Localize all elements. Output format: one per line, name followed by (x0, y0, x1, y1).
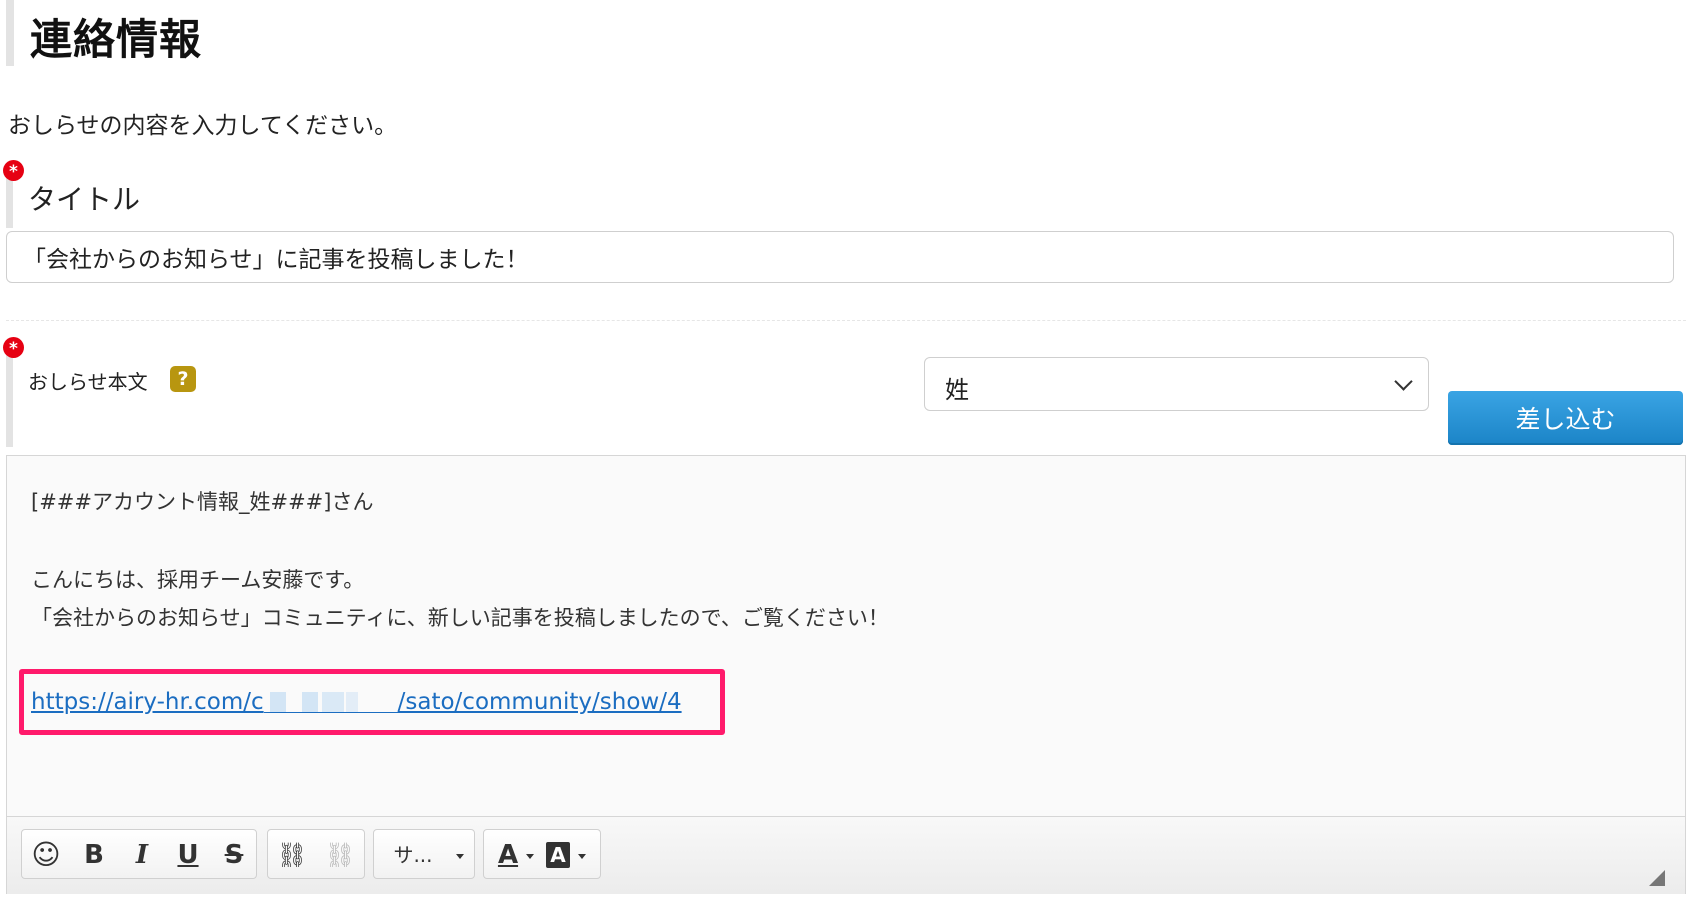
redacted-segment (263, 692, 398, 713)
required-icon: * (3, 160, 24, 182)
community-link-suffix[interactable]: /sato/community/show/4 (398, 689, 682, 715)
body-label: おしらせ本文 (28, 370, 148, 394)
caret-down-icon[interactable] (526, 854, 534, 859)
title-label: タイトル (28, 183, 141, 216)
italic-icon[interactable]: I (124, 838, 160, 872)
resize-grip-icon[interactable] (1649, 870, 1665, 886)
link-icon[interactable]: ⛓ (274, 838, 310, 872)
rich-text-editor[interactable]: [###アカウント情報_姓###]さん こんにちは、採用チーム安藤です。 「会社… (6, 455, 1686, 894)
help-icon[interactable]: ? (170, 366, 196, 392)
insert-field-select-value: 姓 (945, 376, 969, 404)
page-title-bar: 連絡情報 (6, 0, 414, 66)
strikethrough-icon[interactable]: S (216, 838, 252, 872)
toolbar-group-color: A A (483, 829, 601, 879)
editor-line-intro: こんにちは、採用チーム安藤です。 (31, 568, 365, 592)
title-input[interactable] (6, 231, 1674, 283)
toolbar-group-format: ☺ B I U S (21, 829, 257, 879)
instruction-text: おしらせの内容を入力してください。 (8, 113, 398, 139)
bold-icon[interactable]: B (76, 838, 112, 872)
chevron-down-icon (1394, 372, 1413, 391)
section-divider (6, 320, 1686, 321)
format-dropdown[interactable]: サ... (373, 829, 475, 879)
community-link-prefix[interactable]: https://airy-hr.com/c (31, 689, 264, 715)
format-dropdown-label: サ... (393, 843, 433, 867)
caret-down-icon[interactable] (578, 854, 586, 859)
caret-down-icon (456, 854, 464, 859)
unlink-icon[interactable]: ⛓ (322, 838, 358, 872)
insert-field-select[interactable]: 姓 (924, 357, 1429, 411)
required-icon: * (3, 337, 24, 359)
community-link[interactable]: https://airy-hr.com/c /sato/community/sh… (31, 689, 682, 719)
smiley-icon[interactable]: ☺ (28, 838, 64, 872)
editor-line-greeting: [###アカウント情報_姓###]さん (31, 490, 374, 514)
underline-icon[interactable]: U (170, 838, 206, 872)
insert-button[interactable]: 差し込む (1448, 391, 1683, 445)
background-color-icon[interactable]: A (546, 842, 570, 868)
editor-line-message: 「会社からのお知らせ」コミュニティに、新しい記事を投稿しましたので、ご覧ください… (31, 606, 889, 630)
toolbar-group-link: ⛓ ⛓ (267, 829, 365, 879)
page-title: 連絡情報 (30, 15, 203, 64)
body-label-bar (6, 347, 13, 447)
editor-toolbar: ☺ B I U S ⛓ ⛓ サ... A A (7, 816, 1685, 894)
editor-content[interactable]: [###アカウント情報_姓###]さん こんにちは、採用チーム安藤です。 「会社… (7, 456, 1685, 816)
text-color-icon[interactable]: A (490, 838, 526, 872)
